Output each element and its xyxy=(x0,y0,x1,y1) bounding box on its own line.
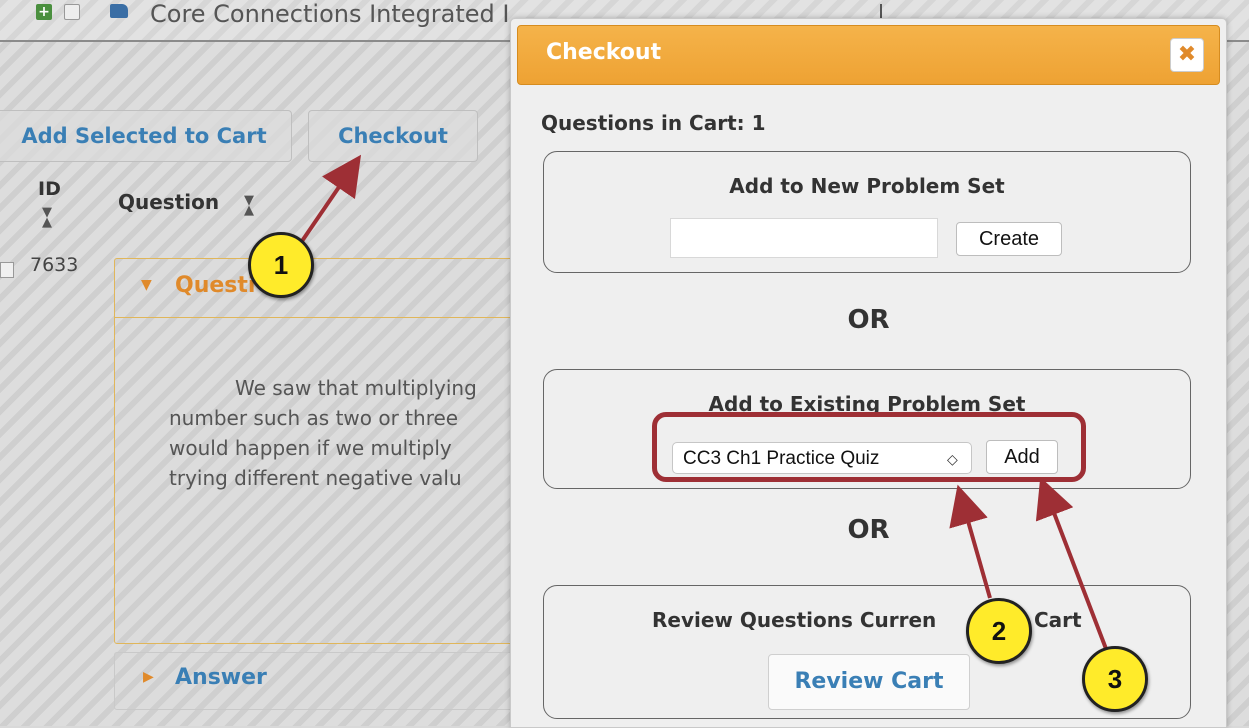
callout-1: 1 xyxy=(248,232,314,298)
annotation-arrows xyxy=(298,154,1110,655)
arrow-3 xyxy=(1035,477,1110,655)
callout-3: 3 xyxy=(1082,646,1148,712)
arrow-2 xyxy=(949,484,992,599)
arrow-1 xyxy=(298,154,362,246)
callout-2: 2 xyxy=(966,598,1032,664)
